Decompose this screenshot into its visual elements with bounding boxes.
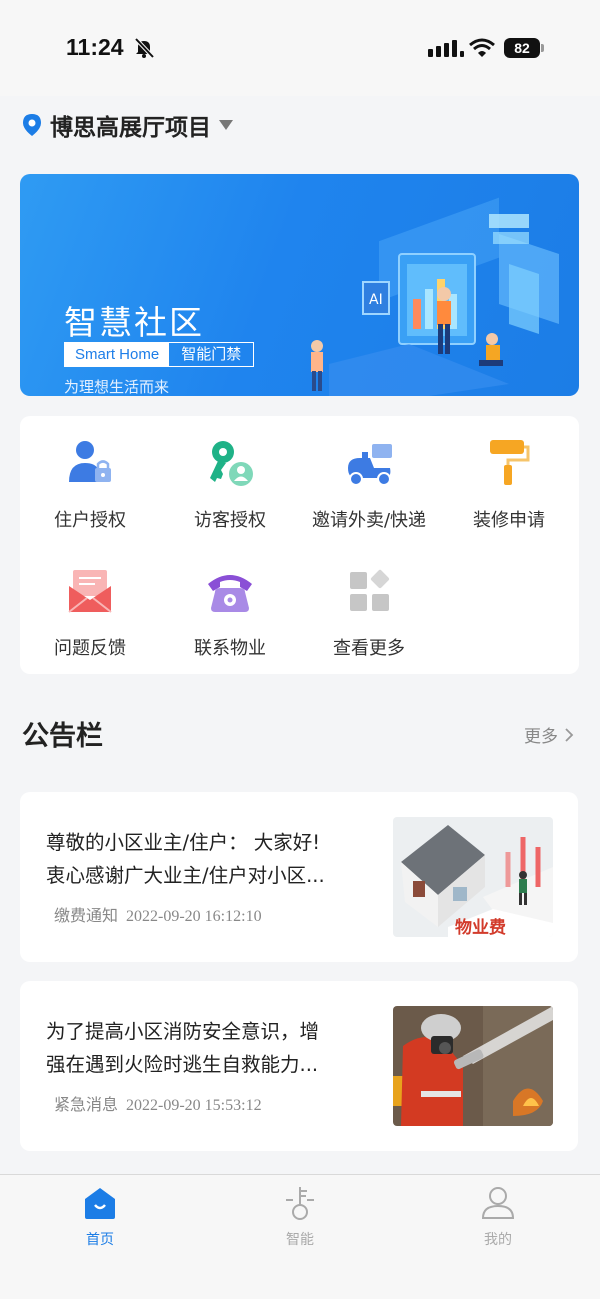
banner-title: 智慧社区: [64, 303, 204, 342]
grid-label: 邀请外卖/快递: [311, 510, 427, 531]
notice-card[interactable]: 尊敬的小区业主/住户： 大家好! 衷心感谢广大业主/住户对小区... 缴费通知 2…: [20, 792, 578, 962]
grid-item-feedback[interactable]: 问题反馈: [20, 566, 160, 660]
location-selector[interactable]: 博思高展厅项目: [22, 108, 233, 142]
notice-timestamp: 2022-09-20 15:53:12: [126, 1097, 262, 1114]
grid-label: 问题反馈: [54, 638, 126, 659]
smart-key-icon: [286, 1187, 314, 1220]
paint-roller-icon: [490, 440, 530, 485]
notice-card[interactable]: 为了提高小区消防安全意识，增 强在遇到火险时逃生自救能力... 紧急消息 2022…: [20, 981, 578, 1151]
tab-label: 我的: [484, 1232, 512, 1248]
banner-tag-smart-home: Smart Home: [65, 343, 170, 366]
profile-icon: [481, 1187, 515, 1219]
notice-category: 缴费通知: [54, 906, 119, 925]
tab-home[interactable]: 首页: [40, 1185, 160, 1249]
tab-label: 首页: [86, 1232, 114, 1248]
grid-item-delivery[interactable]: 邀请外卖/快递: [299, 438, 439, 532]
notice-timestamp: 2022-09-20 16:12:10: [126, 908, 262, 925]
grid-item-more[interactable]: 查看更多: [299, 566, 439, 660]
location-pin-icon: [23, 114, 41, 136]
notice-meta: 紧急消息 2022-09-20 15:53:12: [54, 1091, 262, 1115]
notice-board-title: 公告栏: [22, 721, 103, 752]
grid-label: 查看更多: [333, 638, 405, 659]
resident-auth-icon: [69, 441, 111, 482]
tab-smart[interactable]: 智能: [240, 1185, 360, 1249]
grid-item-resident-auth[interactable]: 住户授权: [20, 438, 160, 532]
notice-line: 衷心感谢广大业主/住户对小区...: [46, 864, 325, 887]
grid-item-renovation[interactable]: 装修申请: [439, 438, 579, 532]
banner-subtitle: 为理想生活而来: [64, 378, 170, 396]
notice-thumbnail-house: 物业费: [393, 817, 553, 937]
promo-banner[interactable]: AI 智慧社区 Smart Home 智能门禁 为理想生活而来: [20, 174, 579, 396]
battery-indicator: 82: [504, 38, 544, 58]
banner-tag-access: 智能门禁: [181, 345, 242, 363]
delivery-scooter-icon: [348, 444, 392, 486]
bell-muted-icon: [134, 37, 155, 59]
notice-more-link[interactable]: 更多: [524, 722, 574, 747]
notice-line: 为了提高小区消防安全意识，增: [46, 1020, 320, 1043]
cell-signal-icon: [428, 40, 464, 57]
notice-thumbnail-firefighter: [393, 1006, 553, 1126]
grid-label: 住户授权: [54, 510, 126, 531]
grid-label: 联系物业: [194, 638, 266, 659]
notice-line: 强在遇到火险时逃生自救能力...: [46, 1053, 319, 1076]
visitor-key-icon: [210, 441, 253, 486]
notice-category: 紧急消息: [54, 1095, 119, 1114]
home-icon: [85, 1188, 115, 1219]
notice-summary: 为了提高小区消防安全意识，增 强在遇到火险时逃生自救能力...: [46, 1015, 372, 1081]
feedback-envelope-icon: [68, 570, 112, 613]
function-grid: 住户授权 访客授权 邀请外卖/快递 装修申请 问题反馈 联系物业 查看更多: [20, 416, 579, 674]
tab-profile[interactable]: 我的: [438, 1185, 558, 1249]
status-bar: 11:24 82: [0, 0, 600, 96]
location-name: 博思高展厅项目: [50, 115, 211, 141]
smart-community-illustration: AI: [311, 197, 559, 396]
svg-text:AI: AI: [369, 292, 383, 308]
notice-meta: 缴费通知 2022-09-20 16:12:10: [54, 902, 262, 926]
caret-down-icon: [219, 120, 233, 130]
status-time: 11:24: [66, 34, 124, 60]
thumb-text: 物业费: [455, 917, 506, 937]
grid-item-contact-property[interactable]: 联系物业: [160, 566, 300, 660]
grid-label: 装修申请: [473, 510, 545, 531]
grid-label: 访客授权: [194, 510, 266, 531]
notice-summary: 尊敬的小区业主/住户： 大家好! 衷心感谢广大业主/住户对小区...: [46, 826, 372, 892]
more-label: 更多: [524, 727, 558, 747]
more-grid-icon: [350, 569, 390, 611]
chevron-right-icon: [565, 727, 574, 742]
wifi-icon: [469, 38, 495, 57]
tab-label: 智能: [286, 1232, 314, 1248]
telephone-icon: [208, 575, 252, 612]
notice-line: 尊敬的小区业主/住户： 大家好!: [46, 831, 321, 854]
banner-tags: Smart Home 智能门禁: [64, 342, 255, 367]
grid-item-visitor-auth[interactable]: 访客授权: [160, 438, 300, 532]
bottom-tab-bar: 首页 智能 我的: [0, 1174, 600, 1299]
